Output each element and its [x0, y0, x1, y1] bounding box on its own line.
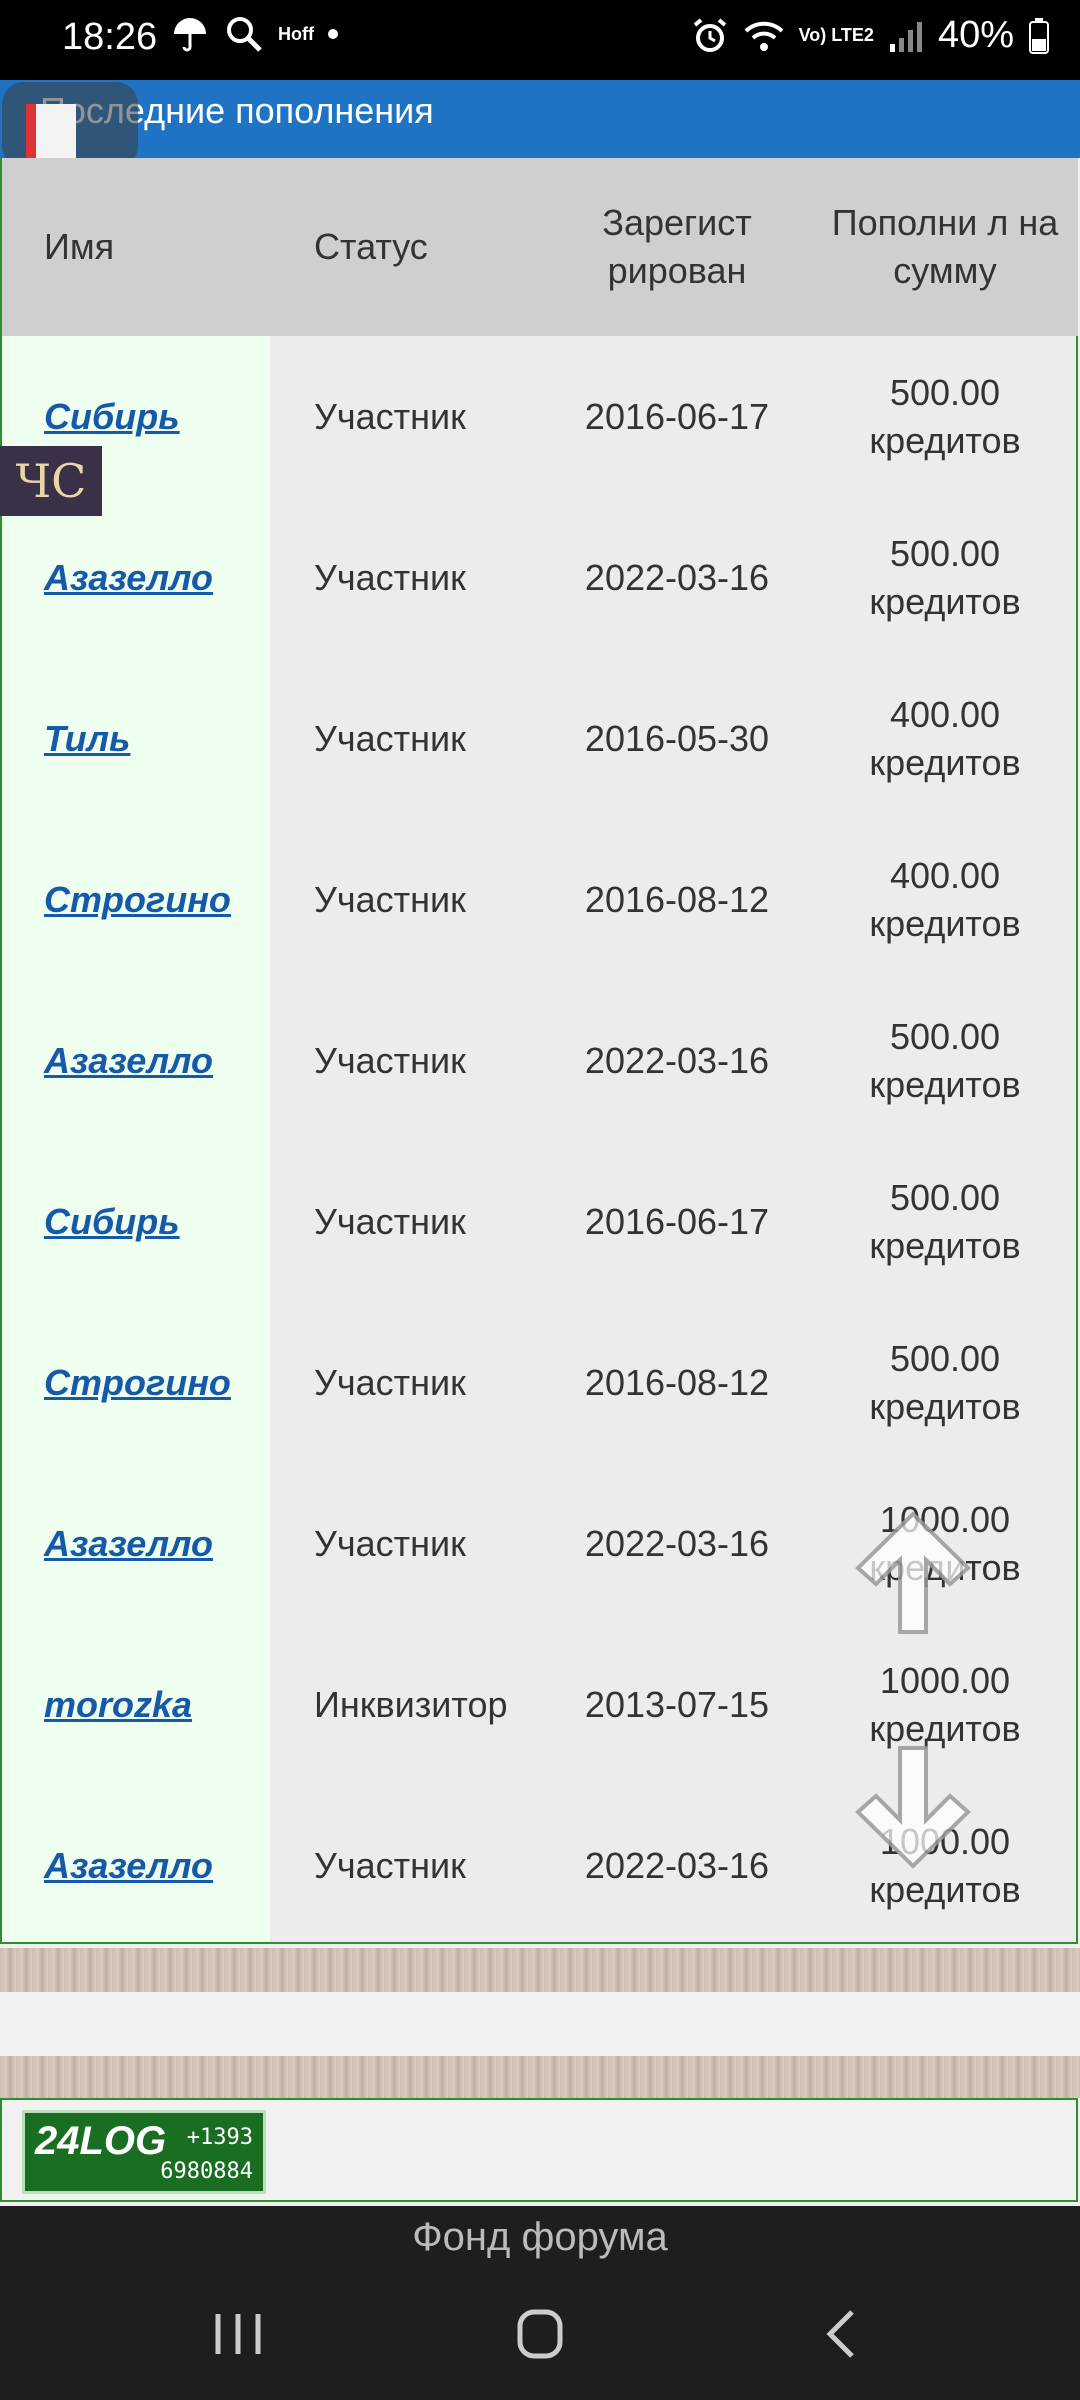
row-date: 2016-08-12	[584, 878, 770, 920]
table-row: Азазелло Участник 2022-03-16 500.00 кред…	[2, 497, 1078, 658]
floating-app-bubble[interactable]	[2, 82, 138, 168]
row-date: 2016-06-17	[584, 395, 770, 437]
table-row: Азазелло Участник 2022-03-16 500.00 кред…	[2, 980, 1078, 1141]
user-link[interactable]: Азазелло	[44, 554, 213, 602]
row-status: Участник	[314, 878, 466, 920]
row-amount: 500.00 кредитов	[869, 1337, 1021, 1427]
counter-line1: +1393	[186, 2125, 253, 2150]
status-bar: 18:26 Hoff Vo) LTE2 40%	[0, 0, 1080, 80]
row-status: Участник	[314, 1039, 466, 1081]
scroll-down-icon[interactable]	[838, 1730, 988, 1880]
user-link[interactable]: Строгино	[44, 876, 231, 924]
user-link[interactable]: Азазелло	[44, 1520, 213, 1568]
row-amount: 500.00 кредитов	[869, 1176, 1021, 1266]
row-status: Участник	[314, 1200, 466, 1242]
visit-counter[interactable]: 24LOG +1393 6980884	[22, 2110, 266, 2194]
header-name: Имя	[44, 226, 115, 267]
app-thumbnail-icon	[26, 104, 76, 164]
recents-icon[interactable]	[188, 2298, 288, 2370]
back-icon[interactable]	[792, 2298, 892, 2370]
row-status: Инквизитор	[314, 1683, 508, 1725]
row-name-cell: Сибирь	[44, 1141, 180, 1302]
status-time: 18:26	[62, 16, 158, 58]
row-amount: 500.00 кредитов	[869, 371, 1021, 461]
footer-gap	[0, 1992, 1080, 2056]
user-link[interactable]: Сибирь	[44, 393, 180, 441]
row-date: 2016-06-17	[584, 1200, 770, 1242]
scroll-up-icon[interactable]	[838, 1500, 988, 1650]
notification-dot	[327, 29, 338, 39]
user-link[interactable]: Азазелло	[44, 1842, 213, 1890]
header-registered: Зарегист рирован	[602, 202, 752, 291]
row-status: Участник	[314, 395, 466, 437]
header-amount: Пополни л на сумму	[831, 202, 1059, 291]
row-name-cell: Азазелло	[44, 497, 213, 658]
row-status: Участник	[314, 717, 466, 759]
row-name-cell: morozka	[44, 1624, 192, 1785]
status-left-icons: Hoff	[170, 14, 338, 54]
row-status: Участник	[314, 1361, 466, 1403]
footer-wood-strip	[0, 2056, 1080, 2098]
search-icon	[227, 17, 262, 52]
row-date: 2022-03-16	[584, 1522, 770, 1564]
row-name-cell: Азазелло	[44, 980, 213, 1141]
system-nav-bar	[0, 2268, 1080, 2400]
table-row: Тиль Участник 2016-05-30 400.00 кредитов	[2, 658, 1078, 819]
row-name-cell: Азазелло	[44, 1785, 213, 1946]
table-row: Сибирь Участник 2016-06-17 500.00 кредит…	[2, 1141, 1078, 1302]
table-row: Сибирь Участник 2016-06-17 500.00 кредит…	[2, 336, 1078, 497]
user-link[interactable]: Строгино	[44, 1359, 231, 1407]
home-icon[interactable]	[490, 2298, 590, 2370]
user-link[interactable]: Сибирь	[44, 1198, 180, 1246]
blacklist-tag[interactable]: ЧС	[0, 446, 102, 516]
row-date: 2022-03-16	[584, 1039, 770, 1081]
row-amount: 500.00 кредитов	[869, 1015, 1021, 1105]
battery-percent: 40%	[937, 14, 1014, 56]
wifi-icon	[744, 21, 783, 51]
page-header: Последние пополнения	[0, 80, 1080, 158]
row-name-cell: Строгино	[44, 819, 231, 980]
row-status: Участник	[314, 556, 466, 598]
volte-label: Vo) LTE2	[798, 25, 874, 45]
umbrella-icon	[174, 18, 206, 52]
user-link[interactable]: Тиль	[44, 715, 130, 763]
table-header: Имя Статус Зарегист рирован Пополни л на…	[2, 158, 1078, 336]
recent-topups-table: Имя Статус Зарегист рирован Пополни л на…	[0, 158, 1078, 1944]
user-link[interactable]: Азазелло	[44, 1037, 213, 1085]
row-name-cell: Строгино	[44, 1302, 231, 1463]
row-status: Участник	[314, 1844, 466, 1886]
alarm-icon	[693, 17, 726, 52]
row-amount: 500.00 кредитов	[869, 532, 1021, 622]
row-date: 2022-03-16	[584, 556, 770, 598]
counter-line2: 6980884	[160, 2159, 253, 2184]
user-link[interactable]: morozka	[44, 1681, 192, 1729]
counter-brand: 24LOG	[35, 2119, 167, 2163]
signal-icon	[889, 21, 922, 52]
header-status: Статус	[314, 226, 428, 267]
row-name-cell: Тиль	[44, 658, 130, 819]
row-date: 2016-05-30	[584, 717, 770, 759]
status-right-icons: Vo) LTE2 40%	[691, 14, 1050, 57]
carrier-tag: Hoff	[278, 23, 314, 44]
row-amount: 400.00 кредитов	[869, 693, 1021, 783]
row-date: 2022-03-16	[584, 1844, 770, 1886]
counter-bar: 24LOG +1393 6980884	[0, 2098, 1078, 2202]
battery-icon	[1029, 17, 1049, 54]
table-body: Сибирь Участник 2016-06-17 500.00 кредит…	[2, 336, 1078, 1946]
row-date: 2013-07-15	[584, 1683, 770, 1725]
table-row: Строгино Участник 2016-08-12 400.00 кред…	[2, 819, 1078, 980]
row-name-cell: Азазелло	[44, 1463, 213, 1624]
footer-wood-strip	[0, 1948, 1080, 1992]
footer-title: Фонд форума	[0, 2206, 1080, 2268]
row-date: 2016-08-12	[584, 1361, 770, 1403]
table-row: Строгино Участник 2016-08-12 500.00 кред…	[2, 1302, 1078, 1463]
row-amount: 400.00 кредитов	[869, 854, 1021, 944]
row-status: Участник	[314, 1522, 466, 1564]
